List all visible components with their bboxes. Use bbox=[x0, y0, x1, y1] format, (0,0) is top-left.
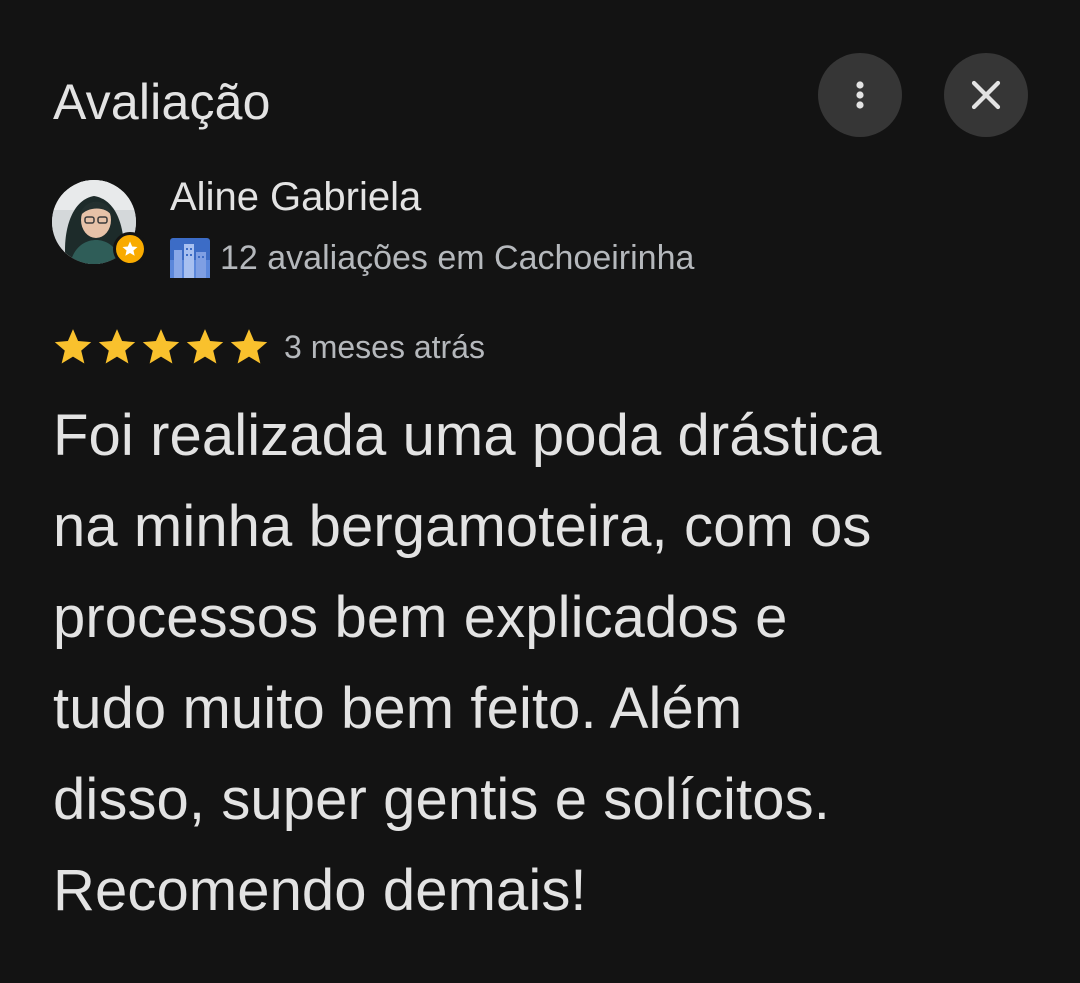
star-icon bbox=[230, 329, 268, 364]
reviewer-meta: 12 avaliações em Cachoeirinha bbox=[170, 236, 694, 280]
star-rating bbox=[52, 326, 270, 368]
local-guide-badge bbox=[113, 232, 147, 266]
review-text-line: tudo muito bem feito. Além bbox=[53, 676, 743, 741]
review-text-line: na minha bergamoteira, com os bbox=[53, 494, 872, 559]
review-text: Foi realizada uma poda drástica na minha … bbox=[53, 390, 1053, 936]
review-text-line: Recomendo demais! bbox=[53, 858, 587, 923]
review-text-line: disso, super gentis e solícitos. bbox=[53, 767, 830, 832]
city-icon bbox=[170, 238, 210, 278]
star-icon bbox=[98, 329, 136, 364]
review-time: 3 meses atrás bbox=[284, 329, 485, 365]
local-guide-star-icon bbox=[122, 241, 138, 256]
close-button[interactable] bbox=[944, 53, 1028, 137]
page-title: Avaliação bbox=[53, 74, 271, 130]
reviewer-name[interactable]: Aline Gabriela bbox=[170, 172, 421, 222]
more-options-button[interactable] bbox=[818, 53, 902, 137]
reviewer-review-count: 12 avaliações em Cachoeirinha bbox=[220, 239, 695, 277]
star-icon bbox=[186, 329, 224, 364]
review-text-line: Foi realizada uma poda drástica bbox=[53, 403, 882, 468]
star-icon bbox=[54, 329, 92, 364]
review-text-line: processos bem explicados e bbox=[53, 585, 788, 650]
more-vert-icon bbox=[856, 81, 864, 109]
star-icon bbox=[142, 329, 180, 364]
close-icon bbox=[971, 80, 1001, 110]
